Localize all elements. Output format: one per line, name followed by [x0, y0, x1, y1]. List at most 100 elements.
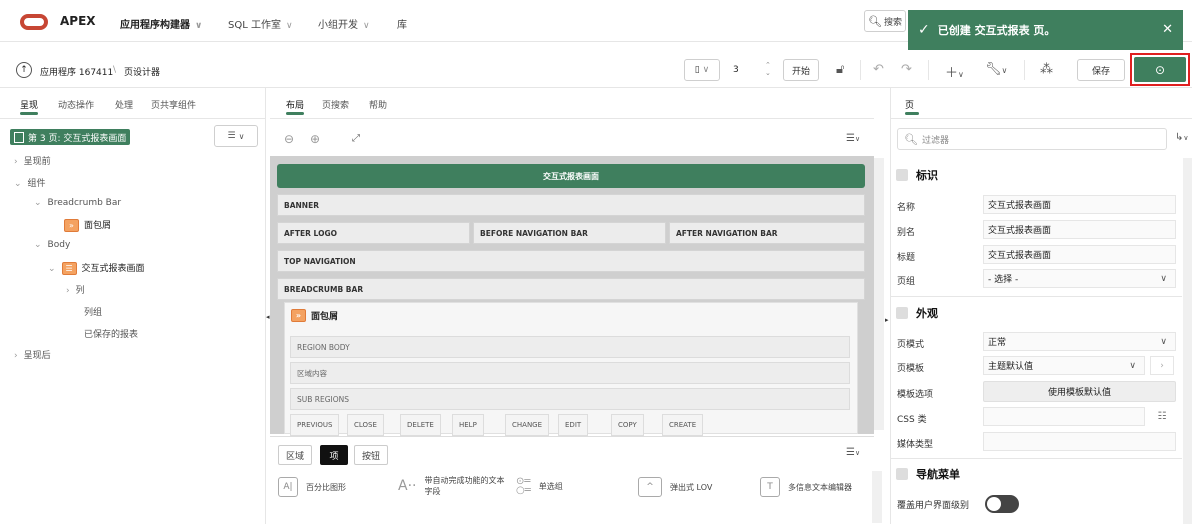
template-options-button[interactable]: 使用模板默认值 [983, 381, 1176, 402]
page-select-button[interactable]: ▯ ∨ [684, 59, 720, 81]
shared-components-icon[interactable]: ⁂ [1040, 62, 1053, 77]
section-identification[interactable]: 标识 [896, 167, 1186, 183]
gallery-tab-regions[interactable]: 区域 [278, 445, 312, 465]
tab-page-shared[interactable]: 页共享组件 [151, 98, 196, 111]
radio-group-icon: ⊙═ ○═ [516, 476, 531, 496]
filter-input[interactable]: 🔍︎ 过滤器 [897, 128, 1167, 150]
tab-page[interactable]: 页 [905, 98, 914, 111]
slot-breadcrumb-bar[interactable]: BREADCRUMB BAR [277, 278, 865, 300]
up-arrow-icon[interactable]: ↑ [16, 62, 32, 78]
tree-body[interactable]: ⌄ Body [34, 240, 70, 250]
chevron-right-icon[interactable]: › [1150, 356, 1174, 375]
layout-scrollbar[interactable] [874, 158, 884, 430]
gallery-item-rich-text[interactable]: T 多信息文本编辑器 [760, 477, 852, 497]
tree-components[interactable]: ⌄ 组件 [14, 176, 46, 189]
override-toggle[interactable] [985, 495, 1019, 513]
alias-field[interactable]: 交互式报表画面 [983, 220, 1176, 239]
wrench-icon[interactable]: 🔧︎∨ [985, 62, 1007, 77]
section-title: 标识 [916, 169, 938, 182]
tab-help[interactable]: 帮助 [369, 98, 387, 111]
menu-team-dev[interactable]: 小组开发 ∨ [318, 16, 370, 31]
slot-banner[interactable]: BANNER [277, 194, 865, 216]
run-button[interactable]: ⊙ [1134, 57, 1186, 82]
slot-help[interactable]: HELP [452, 414, 484, 436]
lock-icon[interactable]: 🔓︎ [836, 62, 844, 77]
menu-gallery[interactable]: 库 [397, 16, 407, 31]
zoom-in-icon[interactable]: ⊕ [310, 132, 320, 146]
title-field[interactable]: 交互式报表画面 [983, 245, 1176, 264]
page-node[interactable]: 第 3 页: 交互式报表画面 [10, 129, 131, 145]
name-field[interactable]: 交互式报表画面 [983, 195, 1176, 214]
tab-dynamic-actions[interactable]: 动态操作 [58, 98, 94, 111]
slot-top-navigation[interactable]: TOP NAVIGATION [277, 250, 865, 272]
page-template-select[interactable]: 主题默认值 ∨ [983, 356, 1145, 375]
layout-menu-icon[interactable]: ☰∨ [846, 133, 860, 144]
slot-after-nav[interactable]: AFTER NAVIGATION BAR [669, 222, 865, 244]
gallery-menu-icon[interactable]: ☰∨ [846, 447, 860, 458]
tab-rendering[interactable]: 呈现 [20, 98, 38, 111]
menu-app-builder[interactable]: 应用程序构建器 ∨ [120, 16, 202, 31]
page-mode-label: 页模式 [897, 340, 925, 350]
gallery-item-popup-lov[interactable]: ^ 弹出式 LOV [638, 477, 712, 497]
save-button[interactable]: 保存 [1077, 59, 1125, 81]
gallery-item-percent-graph[interactable]: A| 百分比图形 [278, 477, 346, 497]
tree-pre-rendering[interactable]: › 呈现前 [14, 154, 51, 167]
list-icon[interactable]: ☷ [1150, 407, 1174, 426]
tree-ir-region[interactable]: ⌄ ☰ 交互式报表画面 [48, 261, 145, 275]
close-icon[interactable]: ✕ [1162, 22, 1173, 37]
chevron-down-icon: ⌄ [48, 264, 56, 274]
gallery-tab-buttons[interactable]: 按钮 [354, 445, 388, 465]
layout-title-region[interactable]: 交互式报表画面 [277, 164, 865, 188]
tree-breadcrumb-bar[interactable]: ⌄ Breadcrumb Bar [34, 198, 121, 208]
slot-close[interactable]: CLOSE [347, 414, 384, 436]
tree-post-rendering[interactable]: › 呈现后 [14, 348, 51, 361]
tree-saved-reports[interactable]: 已保存的报表 [84, 327, 138, 340]
gallery-item-autocomplete[interactable]: A·· 带自动完成功能的文本字段 [398, 475, 506, 497]
run-button-highlight[interactable]: ⊙ [1130, 53, 1190, 86]
section-navigation-menu[interactable]: 导航菜单 [896, 466, 1186, 482]
expand-icon[interactable]: ⤢ [352, 133, 360, 144]
section-appearance[interactable]: 外观 [896, 305, 1186, 321]
slot-region-content[interactable]: 区域内容 [290, 362, 850, 384]
go-to-group-icon[interactable]: ↳∨ [1175, 132, 1189, 143]
chevron-down-icon: ∨ [1129, 360, 1136, 371]
tree-columns[interactable]: › 列 [66, 283, 85, 296]
gallery-scrollbar[interactable] [872, 471, 882, 523]
slot-region-body[interactable]: REGION BODY [290, 336, 850, 358]
add-icon[interactable]: ＋∨ [945, 62, 964, 81]
slot-create[interactable]: CREATE [662, 414, 704, 436]
tree-menu-button[interactable]: ☰ ∨ [214, 125, 258, 147]
page-number-field[interactable]: 3 [733, 65, 739, 75]
search-button[interactable]: 🔍︎ 搜索 [864, 10, 906, 32]
tab-layout[interactable]: 布局 [286, 98, 304, 111]
slot-before-nav[interactable]: BEFORE NAVIGATION BAR [473, 222, 666, 244]
slot-delete[interactable]: DELETE [400, 414, 441, 436]
tree-column-groups[interactable]: 列组 [84, 305, 102, 318]
undo-icon[interactable]: ↶ [873, 62, 884, 77]
slot-change[interactable]: CHANGE [505, 414, 550, 436]
redo-icon[interactable]: ↷ [901, 62, 912, 77]
collapse-right-icon[interactable]: ▸ [885, 316, 889, 324]
collapse-left-icon[interactable]: ◂ [266, 313, 270, 321]
css-class-field[interactable] [983, 407, 1145, 426]
page-mode-select[interactable]: 正常 ∨ [983, 332, 1176, 351]
tab-page-search[interactable]: 页搜索 [322, 98, 349, 111]
page-group-select[interactable]: - 选择 - ∨ [983, 269, 1176, 288]
go-button[interactable]: 开始 [783, 59, 819, 81]
spinner-icon[interactable]: ⌃ ⌄ [765, 61, 771, 77]
slot-copy[interactable]: COPY [611, 414, 644, 436]
media-type-field[interactable] [983, 432, 1176, 451]
gallery-item-radio-group[interactable]: ⊙═ ○═ 单选组 [516, 476, 563, 496]
slot-edit[interactable]: EDIT [558, 414, 589, 436]
slot-after-logo[interactable]: AFTER LOGO [277, 222, 470, 244]
slot-previous[interactable]: PREVIOUS [290, 414, 340, 436]
tab-processing[interactable]: 处理 [115, 98, 133, 111]
zoom-out-icon[interactable]: ⊖ [284, 132, 294, 146]
tree-breadcrumb-region[interactable]: » 面包屑 [64, 218, 111, 232]
menu-sql-workshop[interactable]: SQL 工作室 ∨ [228, 16, 293, 31]
slot-sub-regions[interactable]: SUB REGIONS [290, 388, 850, 410]
oracle-logo-icon[interactable] [20, 14, 48, 30]
gallery-tab-items[interactable]: 项 [320, 445, 348, 465]
breadcrumb-app[interactable]: 应用程序 167411 [40, 65, 113, 78]
apex-brand[interactable]: APEX [60, 14, 96, 28]
